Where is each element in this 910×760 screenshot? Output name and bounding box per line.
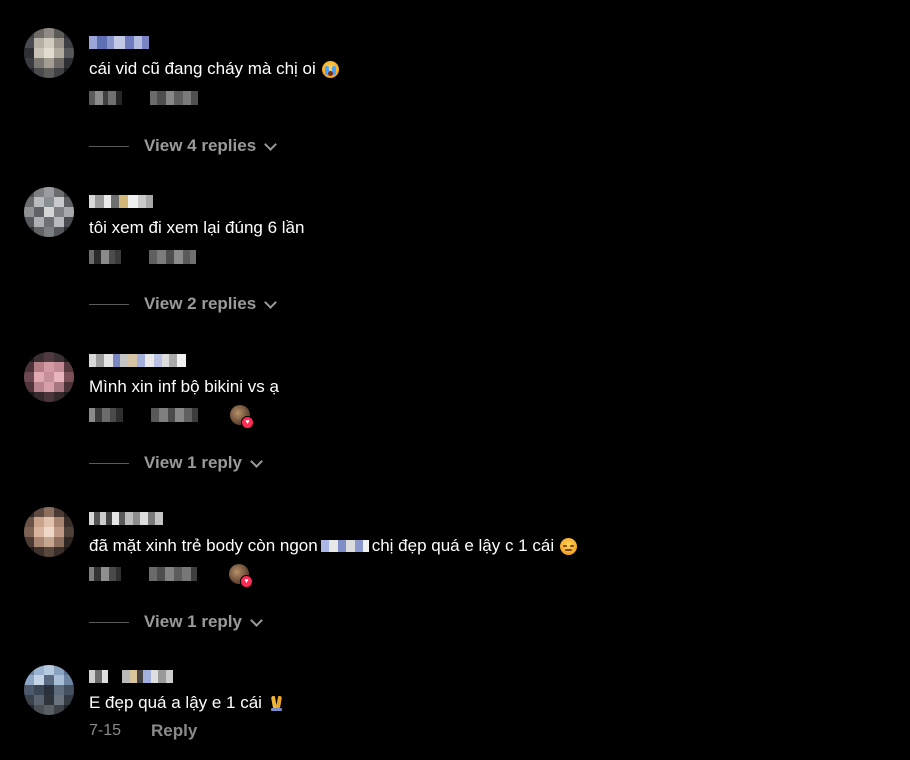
comment-date: 7-15 [89,722,122,739]
date-blurred [89,567,121,581]
avatar[interactable] [24,665,74,715]
chevron-down-icon [264,137,278,151]
view-replies-label: View 2 replies [144,294,257,313]
reply-button[interactable]: Reply [151,721,197,741]
reply-button-blurred[interactable] [149,567,197,581]
creator-liked-avatar: ♥ [229,564,253,588]
date-blurred [89,91,122,105]
comment-text: cái vid cũ đang cháy mà chị oi [89,58,339,80]
reply-button-blurred[interactable] [149,250,196,264]
avatar[interactable] [24,187,74,237]
view-replies-button[interactable]: View 4 replies [89,135,278,157]
divider-line [89,621,129,623]
avatar[interactable] [24,28,74,78]
avatar[interactable] [24,507,74,557]
chevron-down-icon [250,454,263,468]
view-replies-button[interactable]: View 1 reply [89,452,263,474]
relieved-face-icon [560,537,578,555]
comment-text: Mình xin inf bộ bikini vs ạ [89,377,279,396]
comment-meta: 7-15 Reply [89,721,197,741]
view-replies-button[interactable]: View 1 reply [89,611,263,633]
divider-line [89,462,129,464]
comment-text: đã mặt xinh trẻ body còn ngon chị đẹp qu… [89,535,578,557]
username-blurred[interactable] [89,670,173,683]
username-blurred[interactable] [89,354,186,367]
comment-meta: ♥ [89,405,254,429]
date-blurred [89,250,121,264]
heart-icon: ♥ [240,575,253,588]
blurred-emoji-segment [320,540,369,552]
comment-meta: ♥ [89,564,253,588]
divider-line [89,303,129,305]
creator-liked-avatar: ♥ [230,405,254,429]
avatar[interactable] [24,352,74,402]
view-replies-label: View 4 replies [144,136,257,155]
comment-meta [89,248,196,266]
username-blurred[interactable] [89,195,153,208]
view-replies-button[interactable]: View 2 replies [89,293,278,315]
reply-button-blurred[interactable] [151,408,198,422]
comment-text: E đẹp quá a lậy e 1 cái [89,692,285,714]
folded-hands-icon [268,695,285,712]
divider-line [89,145,129,147]
username-blurred[interactable] [89,512,163,525]
heart-icon: ♥ [241,416,254,429]
username-blurred[interactable] [89,36,149,49]
view-replies-label: View 1 reply [144,453,242,472]
chevron-down-icon [250,613,263,627]
comment-text: tôi xem đi xem lại đúng 6 lần [89,218,305,237]
loudly-crying-face-icon [321,60,339,78]
comment-meta [89,89,198,107]
chevron-down-icon [264,295,278,309]
view-replies-label: View 1 reply [144,612,242,631]
reply-button-blurred[interactable] [150,91,198,105]
date-blurred [89,408,123,422]
